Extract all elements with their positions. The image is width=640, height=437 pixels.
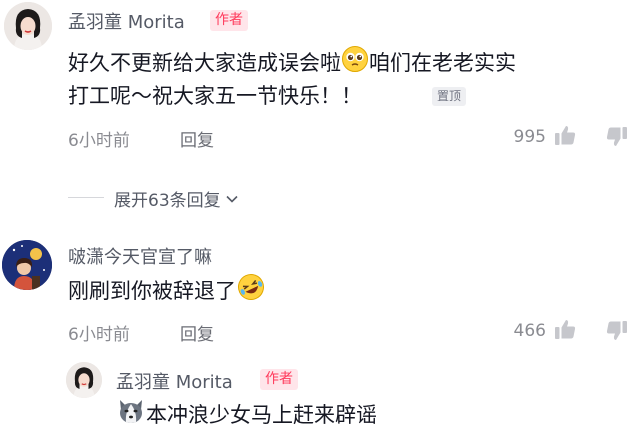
avatar-illustration-icon (2, 240, 52, 290)
thumbs-down-icon (606, 127, 627, 146)
author-badge: 作者 (260, 369, 298, 390)
comment-text-part: 刚刷到你被辞退了 (68, 279, 236, 303)
pinned-badge: 置顶 (432, 87, 467, 106)
reply-text-part: 本冲浪少女马上赶来辟谣 (146, 403, 377, 427)
comment-author-name[interactable]: 啵潇今天官宣了嘛 (68, 243, 212, 269)
thumbs-down-icon (606, 321, 627, 340)
like-button[interactable] (552, 122, 578, 152)
author-badge: 作者 (210, 10, 248, 31)
comment-text-line2: 打工呢～祝大家五一节快乐！！ (68, 84, 362, 108)
avatar-portrait-icon (66, 362, 102, 398)
thumbs-up-icon (555, 320, 576, 339)
comment-author-name[interactable]: 孟羽童 Morita (68, 8, 185, 34)
dislike-button[interactable] (604, 124, 630, 154)
rolling-laughing-emoji-icon (236, 272, 266, 312)
reply-author-name[interactable]: 孟羽童 Morita (116, 368, 233, 394)
comment-time: 6小时前 (68, 131, 130, 151)
comment-text: 好久不更新给大家造成误会啦 咱们在老老实实 (68, 45, 516, 83)
thumbs-up-icon (555, 126, 576, 145)
comment-time: 6小时前 (68, 325, 130, 345)
expand-replies-label: 展开63条回复 (114, 191, 221, 211)
expand-replies-button[interactable]: 展开63条回复 (114, 186, 240, 211)
husky-dog-emoji-icon (116, 396, 146, 436)
reply-text: 本冲浪少女马上赶来辟谣 (116, 396, 377, 436)
reply-button[interactable]: 回复 (180, 126, 214, 151)
reply-author-avatar[interactable] (66, 362, 102, 398)
like-button[interactable] (552, 316, 578, 346)
pleading-face-emoji-icon (341, 45, 369, 83)
avatar-portrait-icon (4, 2, 52, 50)
like-count: 995 (513, 127, 546, 147)
dislike-button[interactable] (604, 318, 630, 348)
replies-divider (68, 197, 104, 198)
comment-text-part2: 咱们在老老实实 (369, 51, 516, 75)
reply-button[interactable]: 回复 (180, 320, 214, 345)
comment-text-part1: 好久不更新给大家造成误会啦 (68, 51, 341, 75)
chevron-down-icon (226, 195, 238, 203)
comment-text: 刚刷到你被辞退了 (68, 272, 266, 312)
like-count: 466 (513, 321, 546, 341)
author-avatar[interactable] (4, 2, 52, 50)
commenter-avatar[interactable] (2, 240, 52, 290)
